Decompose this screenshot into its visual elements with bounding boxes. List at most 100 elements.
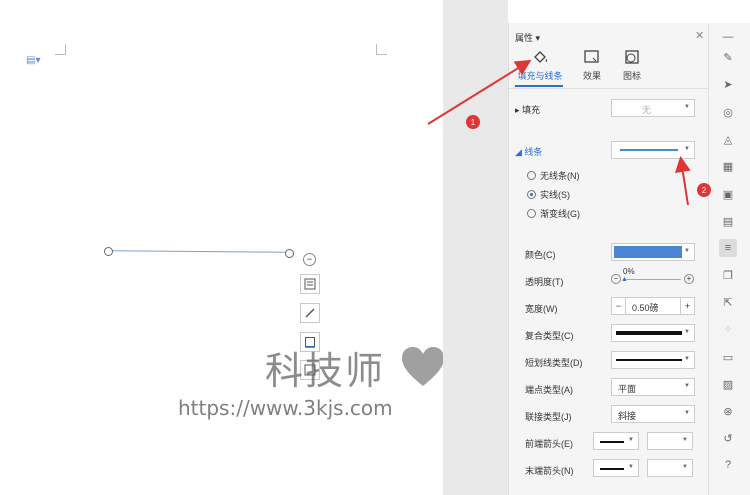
- color-label: 颜色(C): [525, 250, 556, 260]
- row-color: 颜色(C) ▼: [509, 243, 709, 263]
- color-swatch: [614, 246, 682, 258]
- tab-divider: [509, 88, 709, 89]
- pen-icon: [305, 308, 315, 318]
- tab-fill-and-line[interactable]: 填充与线条: [515, 49, 565, 82]
- ai-icon[interactable]: ✧: [719, 320, 737, 338]
- row-dash: 短划线类型(D) ▼: [509, 351, 709, 371]
- dash-dropdown[interactable]: ▼: [611, 351, 695, 369]
- tab-effects[interactable]: 效果: [577, 49, 607, 82]
- line-shape[interactable]: [107, 250, 291, 253]
- tab-shape[interactable]: 图标: [617, 49, 647, 82]
- panel-title[interactable]: 属性 ▾: [515, 31, 540, 44]
- join-label: 联接类型(J): [525, 412, 572, 422]
- paint-bucket-icon: [534, 51, 547, 63]
- chevron-down-icon: ▼: [684, 329, 690, 335]
- annotation-badge-1: 1: [466, 115, 480, 129]
- width-plus-button[interactable]: +: [680, 298, 694, 314]
- wrap-text-icon: [304, 278, 316, 290]
- table-icon[interactable]: ▦: [719, 157, 737, 175]
- radio-no-line[interactable]: 无线条(N): [527, 169, 580, 182]
- history-icon[interactable]: ↺: [719, 429, 737, 447]
- chevron-down-icon: ▼: [684, 104, 690, 110]
- radio-solid-line[interactable]: 实线(S): [527, 188, 570, 201]
- fill-section-header[interactable]: ▸ 填充: [515, 103, 540, 116]
- line-style-dropdown[interactable]: ▼: [611, 141, 695, 159]
- row-start-arrow: 前端箭头(E) ▼ ▼: [509, 432, 709, 452]
- line-section-header[interactable]: ◢ 线条: [515, 145, 542, 158]
- line-end-handle[interactable]: [285, 249, 294, 258]
- radio-circle: [527, 190, 536, 199]
- row-transparency: 透明度(T) − 0% ▲ +: [509, 267, 709, 290]
- end-arrow-label: 末端箭头(N): [525, 466, 574, 476]
- shape-icon: [625, 50, 639, 64]
- collapse-icon[interactable]: —: [719, 28, 737, 46]
- document-canvas[interactable]: ▤▾ − 科技师 https://www.3kjs.com: [0, 0, 444, 495]
- panel-gutter: [443, 0, 508, 495]
- cursor-icon[interactable]: ➤: [719, 75, 737, 93]
- collapse-toolbar-icon[interactable]: −: [303, 253, 316, 266]
- location-icon[interactable]: ◎: [719, 103, 737, 121]
- pages-icon[interactable]: ❐: [719, 266, 737, 284]
- width-minus-button[interactable]: −: [612, 298, 626, 314]
- arrow-line-preview: [600, 468, 624, 470]
- transparency-label: 透明度(T): [525, 277, 564, 287]
- properties-icon[interactable]: ≡: [719, 239, 737, 257]
- color-dropdown[interactable]: ▼: [611, 243, 695, 261]
- chart-icon[interactable]: ▤: [719, 212, 737, 230]
- row-width: 宽度(W) − 0.50磅 +: [509, 297, 709, 317]
- target-icon[interactable]: ⊛: [719, 402, 737, 420]
- join-value: 斜接: [618, 411, 637, 421]
- page-corner-top-right: [376, 44, 387, 55]
- end-arrow-style-dropdown[interactable]: ▼: [593, 459, 639, 477]
- width-value: 0.50磅: [632, 303, 659, 313]
- chevron-down-icon: ▼: [684, 146, 690, 152]
- transparency-plus-icon[interactable]: +: [684, 274, 694, 284]
- start-arrow-label: 前端箭头(E): [525, 439, 573, 449]
- help-icon[interactable]: ?: [719, 456, 737, 474]
- start-arrow-style-dropdown[interactable]: ▼: [593, 432, 639, 450]
- transparency-slider[interactable]: [623, 279, 681, 280]
- dash-preview: [616, 359, 682, 361]
- layout-options-button[interactable]: [300, 274, 320, 294]
- row-compound: 复合类型(C) ▼: [509, 324, 709, 344]
- width-stepper[interactable]: − 0.50磅 +: [611, 297, 695, 315]
- slider-thumb[interactable]: ▲: [621, 276, 628, 283]
- fill-value: 无: [642, 105, 652, 115]
- cap-label: 端点类型(A): [525, 385, 573, 395]
- grid-icon[interactable]: ▣: [719, 185, 737, 203]
- share-icon[interactable]: ⇱: [719, 293, 737, 311]
- image-icon[interactable]: ▨: [719, 375, 737, 393]
- document-icon[interactable]: ▤▾: [26, 55, 40, 66]
- radio-gradient-line[interactable]: 渐变线(G): [527, 207, 580, 220]
- line-preview: [620, 149, 678, 151]
- property-panel: 属性 ▾ ✕ 填充与线条 效果 图标 ▸ 填充 无 ▼ ◢ 线条 ▼ 无线条(N…: [508, 23, 709, 495]
- width-label: 宽度(W): [525, 304, 558, 314]
- chevron-down-icon: ▼: [684, 356, 690, 362]
- line-start-handle[interactable]: [104, 247, 113, 256]
- join-dropdown[interactable]: 斜接 ▼: [611, 405, 695, 423]
- close-icon[interactable]: ✕: [695, 29, 704, 42]
- heart-icon: [402, 347, 444, 386]
- chevron-down-icon: ▼: [628, 464, 634, 470]
- chevron-down-icon: ▼: [684, 248, 690, 254]
- end-arrow-size-dropdown[interactable]: ▼: [647, 459, 693, 477]
- compound-dropdown[interactable]: ▼: [611, 324, 695, 342]
- line-style-button[interactable]: [300, 303, 320, 323]
- box-icon[interactable]: ▭: [719, 348, 737, 366]
- watermark-url: https://www.3kjs.com: [178, 396, 393, 420]
- annotation-badge-2: 2: [697, 183, 711, 197]
- right-toolbar: — ✎ ➤ ◎ ◬ ▦ ▣ ▤ ≡ ❐ ⇱ ✧ ▭ ▨ ⊛ ↺?: [708, 23, 750, 495]
- row-cap: 端点类型(A) 平面 ▼: [509, 378, 709, 398]
- row-end-arrow: 末端箭头(N) ▼ ▼: [509, 459, 709, 479]
- active-tab-indicator: [515, 85, 563, 87]
- pen-icon[interactable]: ✎: [719, 48, 737, 66]
- cap-dropdown[interactable]: 平面 ▼: [611, 378, 695, 396]
- compound-label: 复合类型(C): [525, 331, 574, 341]
- fill-dropdown[interactable]: 无 ▼: [611, 99, 695, 117]
- layers-icon[interactable]: ◬: [719, 130, 737, 148]
- transparency-value: 0%: [623, 267, 635, 276]
- transparency-minus-icon[interactable]: −: [611, 274, 621, 284]
- chevron-down-icon: ▼: [628, 437, 634, 443]
- chevron-down-icon: ▼: [682, 437, 688, 443]
- start-arrow-size-dropdown[interactable]: ▼: [647, 432, 693, 450]
